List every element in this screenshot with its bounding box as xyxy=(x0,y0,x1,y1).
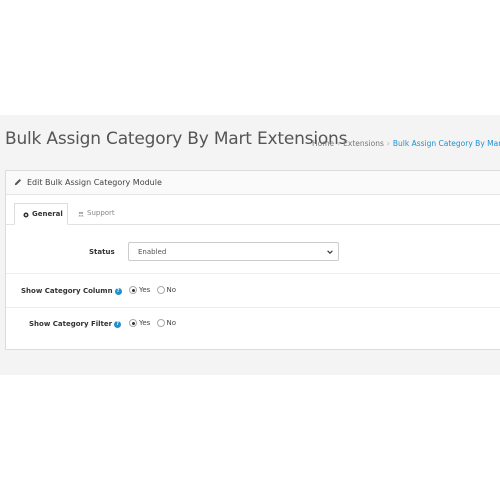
show-category-filter-label: Show Category Filter? xyxy=(29,320,122,328)
help-icon[interactable]: ? xyxy=(114,320,122,328)
panel-heading: Edit Bulk Assign Category Module xyxy=(6,171,500,195)
breadcrumb-home[interactable]: Home xyxy=(312,139,334,148)
content-area: Bulk Assign Category By Mart Extensions … xyxy=(0,115,500,375)
tab-bar: General Support xyxy=(6,195,500,225)
radio-label-yes: Yes xyxy=(139,286,151,294)
radio-label-no: No xyxy=(166,319,177,327)
help-icon[interactable]: ? xyxy=(114,287,122,295)
page-title: Bulk Assign Category By Mart Extensions xyxy=(5,129,348,149)
radio-label-yes: Yes xyxy=(139,319,151,327)
breadcrumb-separator: › xyxy=(386,139,390,148)
status-row: Status Enabled xyxy=(6,225,500,274)
users-icon xyxy=(78,211,84,217)
tab-support-label: Support xyxy=(87,209,115,217)
show-category-filter-row: Show Category Filter? Yes No xyxy=(6,308,500,344)
show-category-column-no-radio[interactable] xyxy=(156,286,165,294)
show-category-filter-no-radio[interactable] xyxy=(156,319,165,327)
show-category-filter-radios: Yes No xyxy=(129,319,180,327)
breadcrumb: Home › Extensions › Bulk Assign Category By … xyxy=(312,139,500,148)
pencil-icon xyxy=(14,178,22,186)
panel-title: Edit Bulk Assign Category Module xyxy=(27,178,162,187)
tab-support[interactable]: Support xyxy=(72,203,122,225)
radio-label-no: No xyxy=(166,286,177,294)
status-select-value: Enabled xyxy=(138,248,167,256)
breadcrumb-separator: › xyxy=(337,139,341,148)
tab-general[interactable]: General xyxy=(14,203,68,225)
show-category-column-label: Show Category Column? xyxy=(21,287,122,295)
tab-general-label: General xyxy=(32,210,63,218)
show-category-column-yes-radio[interactable] xyxy=(129,286,137,294)
gear-icon xyxy=(23,212,29,218)
breadcrumb-current[interactable]: Bulk Assign Category By Mart E xyxy=(393,139,500,148)
page-header: Bulk Assign Category By Mart Extensions … xyxy=(0,115,500,165)
chevron-down-icon xyxy=(327,250,333,254)
status-label: Status xyxy=(89,248,115,256)
show-category-column-row: Show Category Column? Yes No xyxy=(6,274,500,308)
module-panel: Edit Bulk Assign Category Module General… xyxy=(5,170,500,350)
status-select[interactable]: Enabled xyxy=(128,242,339,261)
show-category-filter-yes-radio[interactable] xyxy=(129,319,137,327)
show-category-column-radios: Yes No xyxy=(129,286,180,294)
breadcrumb-extensions[interactable]: Extensions xyxy=(343,139,384,148)
